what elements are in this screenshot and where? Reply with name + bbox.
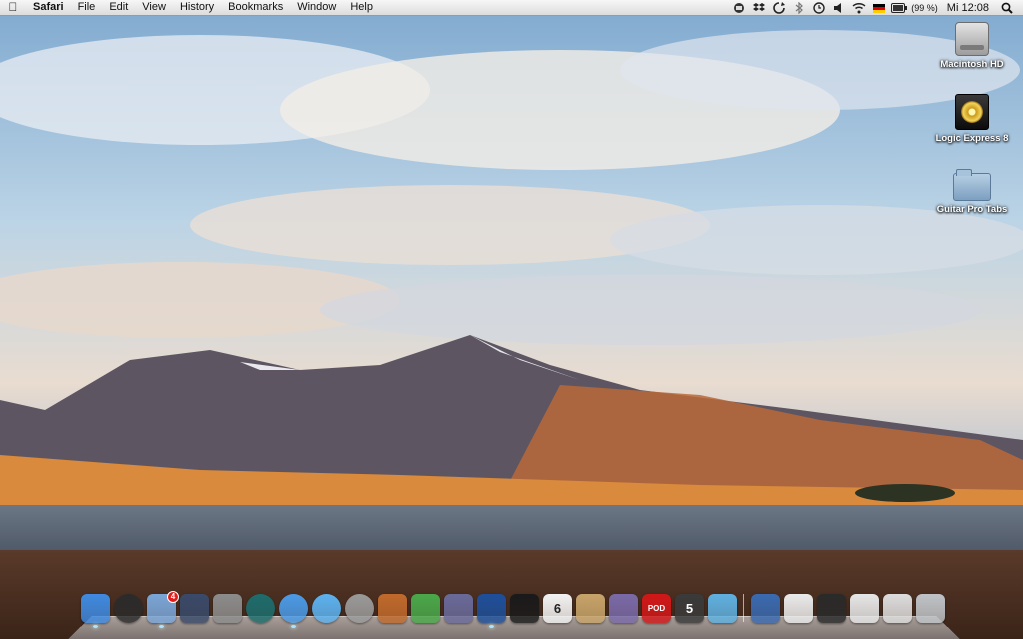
dock-item-system-preferences[interactable] [212,594,243,628]
ical-icon: 6 [543,594,572,623]
dock-item-spaces[interactable] [179,594,210,628]
dropbox-icon[interactable] [749,0,769,16]
apple-menu-icon[interactable]:  [0,0,26,15]
running-indicator [159,625,164,628]
menu-history[interactable]: History [173,0,221,15]
dock-item-software-update[interactable] [344,594,375,628]
dock-item-document[interactable] [783,594,814,628]
german-flag-icon[interactable] [869,0,889,16]
menu-bar-left:  Safari File Edit View History Bookmark… [0,0,380,16]
dock-item-keynote[interactable] [377,594,408,628]
numbers-icon [411,594,440,623]
desktop-icon-label: Guitar Pro Tabs [936,204,1008,215]
desktop-icon-logic-express[interactable]: Logic Express 8 [927,94,1017,144]
dashboard-icon [114,594,143,623]
safari-icon [279,594,308,623]
downloads-stack-icon [850,594,879,623]
logic-express-icon [510,594,539,623]
dock-item-garageband[interactable] [608,594,639,628]
menu-edit[interactable]: Edit [102,0,135,15]
guitar-pro-icon: 5 [675,594,704,623]
desktop-icon-macintosh-hd[interactable]: Macintosh HD [927,22,1017,70]
preview-stack-icon [883,594,912,623]
menu-bookmarks[interactable]: Bookmarks [221,0,290,15]
dock-item-trash[interactable] [915,594,946,628]
running-indicator [291,625,296,628]
battery-percentage[interactable]: (99 %) [909,1,943,16]
menu-app-safari[interactable]: Safari [26,0,71,15]
menu-view[interactable]: View [135,0,173,15]
dock-item-pod[interactable]: POD [641,594,672,628]
system-preferences-icon [213,594,242,623]
script-menu-icon[interactable] [729,0,749,16]
logic-express-icon [955,94,989,130]
menu-bar-extras: (99 %) Mi 12:08 [729,0,1023,16]
dock-item-user-folder[interactable] [750,594,781,628]
dock-item-script-editor[interactable] [443,594,474,628]
dock-item-text: 5 [685,601,694,616]
dock: 4 6 POD 5 [80,591,950,639]
menu-clock[interactable]: Mi 12:08 [943,1,997,16]
software-update-icon [345,594,374,623]
itunes-icon [312,594,341,623]
time-machine-icon [246,594,275,623]
dock-item-downloads-stack[interactable] [849,594,880,628]
time-machine-icon[interactable] [809,0,829,16]
desktop-icon-label: Logic Express 8 [935,133,1009,144]
desktop-wallpaper [0,0,1023,639]
menu-bar:  Safari File Edit View History Bookmark… [0,0,1023,16]
keynote-icon [378,594,407,623]
dock-item-mail[interactable]: 4 [146,591,179,628]
user-home-icon [751,594,780,623]
document-icon [784,594,813,623]
dock-badge: 4 [167,591,179,603]
bluetooth-icon[interactable] [789,0,809,16]
dock-item-address-book[interactable] [575,594,606,628]
dock-item-fish[interactable] [707,594,738,628]
folder-icon [953,169,991,201]
spaces-icon [180,594,209,623]
finder-icon [81,594,110,623]
dock-item-ical[interactable]: 6 [542,594,573,628]
dock-item-cyberduck[interactable] [476,594,507,628]
documents-stack-icon [817,594,846,623]
dock-item-itunes[interactable] [311,594,342,628]
running-indicator [93,625,98,628]
dock-item-logic-express[interactable] [509,594,540,628]
address-book-icon [576,594,605,623]
menu-window[interactable]: Window [290,0,343,15]
dock-item-preview-stack[interactable] [882,594,913,628]
fish-icon [708,594,737,623]
battery-icon[interactable] [889,0,909,16]
desktop-icon-label: Macintosh HD [940,59,1004,70]
wifi-icon[interactable] [849,0,869,16]
dock-item-numbers[interactable] [410,594,441,628]
spotlight-search-icon[interactable] [997,0,1017,16]
dock-item-dashboard[interactable] [113,594,144,628]
dock-item-finder[interactable] [80,594,111,628]
pod-icon: POD [642,594,671,623]
script-editor-icon [444,594,473,623]
sync-icon[interactable] [769,0,789,16]
desktop-icon-guitar-pro-tabs[interactable]: Guitar Pro Tabs [927,169,1017,215]
dock-item-documents-stack[interactable] [816,594,847,628]
dock-item-guitar-pro[interactable]: 5 [674,594,705,628]
menu-file[interactable]: File [71,0,103,15]
dock-item-safari[interactable] [278,594,309,628]
dock-item-text: POD [647,604,666,613]
dock-item-text: 6 [553,601,562,616]
cyberduck-icon [477,594,506,623]
dock-separator [743,594,744,622]
hard-drive-icon [955,22,989,56]
running-indicator [489,625,494,628]
trash-icon [916,594,945,623]
dock-item-time-machine[interactable] [245,594,276,628]
guitar-icon [609,594,638,623]
menu-help[interactable]: Help [343,0,380,15]
volume-icon[interactable] [829,0,849,16]
